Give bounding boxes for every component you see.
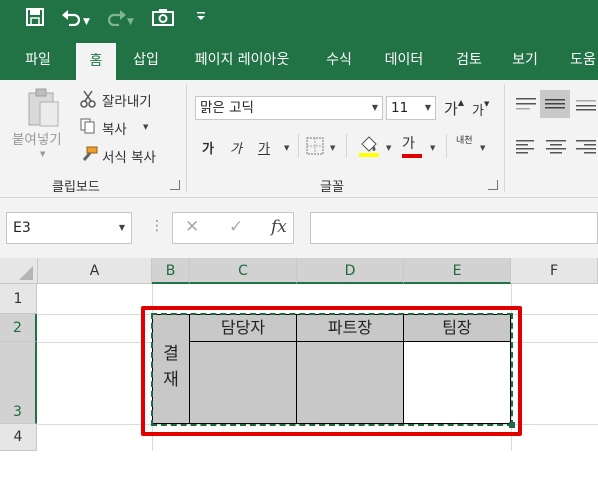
align-middle-button[interactable] — [540, 90, 570, 118]
insert-function-icon[interactable]: fx — [271, 217, 287, 237]
select-all-button[interactable] — [0, 258, 38, 284]
ribbon-separator — [186, 84, 187, 192]
font-size-select[interactable]: 11 ▼ — [386, 96, 436, 120]
cut-button[interactable]: 잘라내기 — [102, 90, 152, 110]
ribbon-separator — [446, 134, 447, 158]
ribbon-separator — [504, 84, 505, 192]
formula-input[interactable] — [310, 212, 598, 244]
fill-color-dropdown-icon[interactable]: ▼ — [386, 144, 391, 152]
tab-help[interactable]: 도움 — [560, 40, 598, 80]
tab-data[interactable]: 데이터 — [372, 40, 436, 80]
phonetic-dropdown-icon[interactable]: ▼ — [480, 144, 485, 152]
format-painter-button[interactable]: 서식 복사 — [102, 146, 156, 166]
undo-icon[interactable]: ▼ — [62, 8, 90, 32]
grow-font-glyph: 가 — [444, 100, 458, 118]
name-box[interactable]: E3 ▼ — [6, 212, 132, 244]
align-top-icon[interactable] — [514, 96, 538, 116]
clipboard-launcher-icon[interactable] — [170, 180, 180, 190]
align-left-icon[interactable] — [514, 138, 538, 158]
font-family-value: 맑은 고딕 — [200, 100, 254, 116]
paste-button[interactable]: 붙여넣기 — [12, 128, 62, 148]
phonetic-button[interactable]: 내천 — [456, 136, 473, 146]
paste-icon[interactable] — [26, 88, 60, 132]
shrink-font-glyph: 가 — [472, 104, 484, 119]
drag-handle-icon[interactable]: ⋮ — [150, 218, 164, 234]
chevron-down-icon: ▼ — [371, 103, 378, 112]
tab-home[interactable]: 홈 — [76, 43, 116, 80]
undo-dropdown-icon[interactable]: ▼ — [83, 17, 90, 27]
tab-file[interactable]: 파일 — [12, 40, 64, 80]
font-color-swatch — [402, 154, 422, 158]
fill-color-icon[interactable] — [358, 134, 380, 162]
ribbon-separator — [346, 134, 347, 158]
row-header-4[interactable]: 4 — [0, 424, 37, 451]
font-color-glyph: 가 — [402, 136, 415, 152]
quick-access-toolbar: ▼ ▼ — [0, 0, 598, 40]
spreadsheet-grid: A B C D E F 1 2 3 4 결 재 담당자 파트장 팀장 — [0, 258, 598, 451]
font-size-value: 11 — [391, 100, 409, 116]
shrink-font-button[interactable]: 가▼ — [472, 100, 489, 119]
italic-button[interactable]: 가 — [230, 138, 242, 157]
ribbon-separator — [298, 134, 299, 158]
align-bottom-icon[interactable] — [574, 96, 598, 116]
redo-icon: ▼ — [106, 8, 134, 32]
underline-button[interactable]: 가 — [258, 138, 270, 157]
font-family-select[interactable]: 맑은 고딕 ▼ — [195, 96, 383, 120]
camera-icon[interactable] — [152, 8, 174, 32]
column-header-f[interactable]: F — [511, 258, 598, 284]
cancel-icon[interactable]: ✕ — [185, 217, 199, 237]
row-header-3[interactable]: 3 — [0, 342, 37, 424]
align-center-icon[interactable] — [544, 138, 568, 158]
tab-formulas[interactable]: 수식 — [316, 40, 362, 80]
bold-button[interactable]: 가 — [202, 138, 214, 157]
font-color-dropdown-icon[interactable]: ▼ — [430, 144, 435, 152]
ribbon-tabs: 파일 홈 삽입 페이지 레이아웃 수식 데이터 검토 보기 도움 — [0, 40, 598, 80]
grow-font-button[interactable]: 가▲ — [444, 98, 464, 119]
scissors-icon — [80, 90, 96, 112]
border-icon[interactable] — [306, 137, 324, 159]
copy-button[interactable]: 복사 — [102, 118, 127, 138]
column-header-a[interactable]: A — [38, 258, 152, 284]
font-launcher-icon[interactable] — [488, 180, 498, 190]
chevron-down-icon: ▼ — [424, 103, 431, 112]
tab-review[interactable]: 검토 — [446, 40, 492, 80]
column-header-d[interactable]: D — [297, 258, 404, 284]
grow-arrow-icon: ▲ — [457, 98, 464, 107]
ribbon: 붙여넣기 ▼ 잘라내기 복사 ▼ 서식 복사 클립보드 맑은 고딕 ▼ 11 ▼… — [0, 80, 598, 198]
font-color-button[interactable]: 가 — [402, 136, 422, 158]
redo-dropdown-icon: ▼ — [127, 16, 134, 27]
align-right-icon[interactable] — [574, 138, 598, 158]
tab-page-layout[interactable]: 페이지 레이아웃 — [180, 40, 304, 80]
underline-dropdown-icon[interactable]: ▼ — [284, 144, 289, 152]
tab-insert[interactable]: 삽입 — [122, 40, 170, 80]
name-box-value: E3 — [13, 220, 31, 236]
save-icon[interactable] — [26, 8, 44, 32]
row-header-2[interactable]: 2 — [0, 314, 37, 342]
highlight-outline — [141, 306, 522, 436]
column-header-b[interactable]: B — [152, 258, 190, 284]
formula-buttons: ✕ ✓ fx — [172, 212, 294, 244]
column-header-c[interactable]: C — [190, 258, 297, 284]
chevron-down-icon[interactable]: ▼ — [119, 213, 125, 243]
copy-dropdown-icon[interactable]: ▼ — [143, 123, 148, 131]
format-painter-icon — [80, 146, 98, 166]
row-header-1[interactable]: 1 — [0, 284, 37, 314]
paste-dropdown-icon[interactable]: ▼ — [40, 150, 45, 158]
border-dropdown-icon[interactable]: ▼ — [330, 144, 335, 152]
tab-view[interactable]: 보기 — [502, 40, 548, 80]
clipboard-group-label: 클립보드 — [52, 180, 100, 195]
enter-icon[interactable]: ✓ — [229, 217, 243, 237]
copy-icon — [80, 118, 96, 138]
column-header-e[interactable]: E — [404, 258, 511, 284]
font-group-label: 글꼴 — [320, 180, 344, 195]
shrink-arrow-icon: ▼ — [483, 100, 490, 108]
customize-icon[interactable] — [196, 8, 206, 32]
